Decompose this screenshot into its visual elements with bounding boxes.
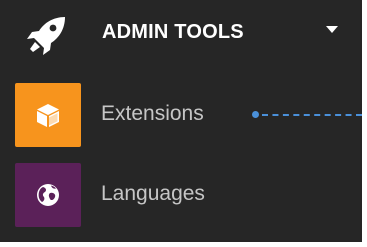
callout-dot bbox=[252, 111, 259, 118]
admin-sidebar-panel: ADMIN TOOLS Extensions Languages bbox=[0, 0, 362, 242]
cube-icon bbox=[37, 104, 59, 127]
extensions-tile bbox=[15, 83, 81, 147]
menu-item-label: Languages bbox=[101, 182, 205, 205]
languages-tile bbox=[15, 163, 81, 227]
callout-connector-line bbox=[262, 114, 362, 116]
rocket-icon bbox=[27, 17, 65, 55]
globe-icon bbox=[37, 184, 59, 206]
admin-tools-header[interactable]: ADMIN TOOLS bbox=[0, 0, 362, 68]
menu-item-extensions[interactable]: Extensions bbox=[0, 82, 362, 160]
menu-item-label: Extensions bbox=[101, 102, 204, 125]
caret-down-icon[interactable] bbox=[326, 26, 338, 33]
admin-tools-title: ADMIN TOOLS bbox=[102, 21, 244, 43]
menu-item-languages[interactable]: Languages bbox=[0, 162, 362, 240]
